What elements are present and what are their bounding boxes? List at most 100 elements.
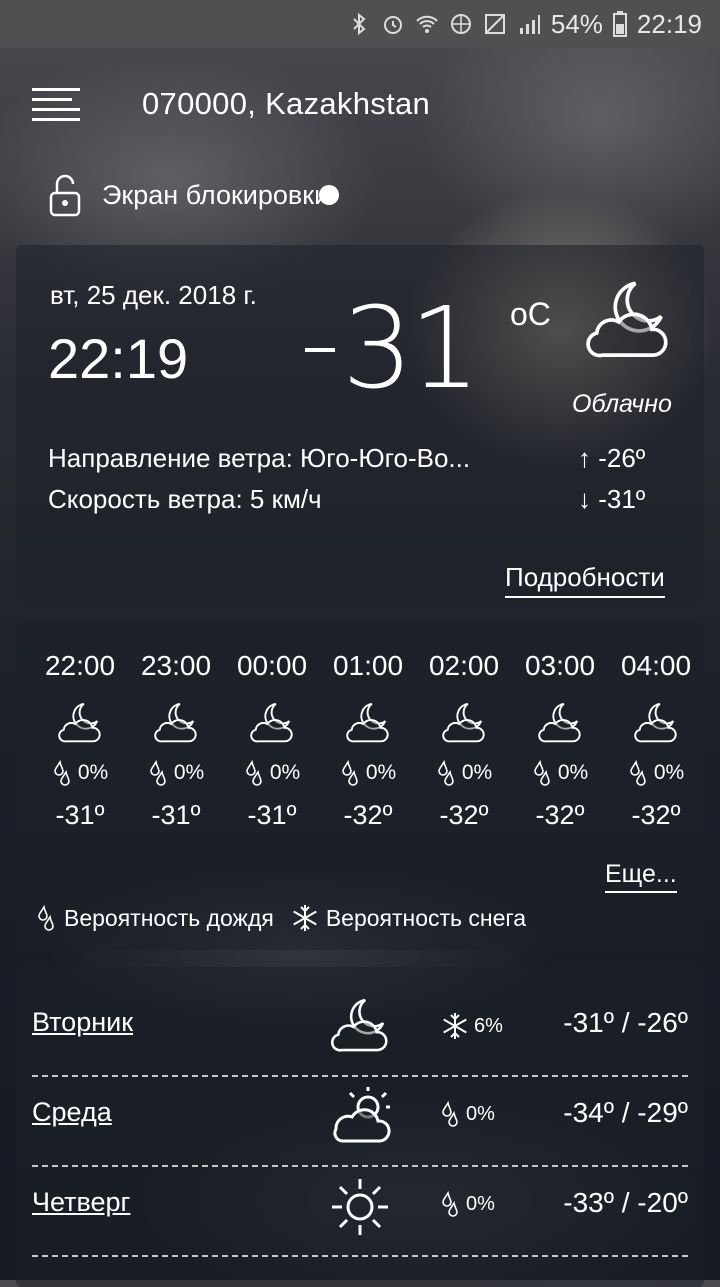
hour-precip: 0% <box>608 760 704 786</box>
sun-icon <box>332 1179 388 1235</box>
hourly-item[interactable]: 22:00 0% -31º <box>32 650 128 831</box>
rain-drop-icon <box>244 760 266 786</box>
location-title[interactable]: 070000, Kazakhstan <box>142 86 430 122</box>
hour-time: 04:00 <box>620 650 692 681</box>
daily-row[interactable]: Четверг 0% -33º / -20º <box>32 1165 688 1257</box>
precip-value: 0% <box>461 761 493 784</box>
precip-value: 0% <box>365 761 397 784</box>
daily-row[interactable]: Среда 0% -34º / -29º <box>32 1075 688 1167</box>
rain-drop-icon <box>532 760 554 786</box>
precip-value: 0% <box>557 761 589 784</box>
hour-temp: -31º <box>247 800 297 830</box>
cloudy-night-icon <box>344 700 392 748</box>
snowflake-icon <box>290 903 320 933</box>
cloudy-night-icon <box>582 276 674 368</box>
rain-drop-icon <box>340 760 362 786</box>
menu-button[interactable] <box>30 86 84 124</box>
hour-temp: -31º <box>55 800 105 830</box>
hour-temp: -32º <box>631 800 681 830</box>
current-date: вт, 25 дек. 2018 г. <box>50 280 257 310</box>
day-precip: 0% <box>440 1191 495 1217</box>
rain-drop-icon <box>148 760 170 786</box>
hour-time: 22:00 <box>44 650 116 681</box>
condition-label: Облачно <box>572 390 672 418</box>
hourly-item[interactable]: 03:00 0% -32º <box>512 650 608 831</box>
day-temps: -34º / -29º <box>563 1097 688 1128</box>
hour-precip: 0% <box>320 760 416 786</box>
battery-percent: 54% <box>550 8 603 39</box>
wind-direction: Направление ветра: Юго-Юго-Во... <box>48 443 471 473</box>
day-precip: 0% <box>440 1101 495 1127</box>
hourly-item[interactable]: 00:00 0% -31º <box>224 650 320 831</box>
hour-time: 00:00 <box>236 650 308 681</box>
hour-time: 03:00 <box>524 650 596 681</box>
battery-icon <box>612 11 627 37</box>
precip-value: 0% <box>466 1102 495 1125</box>
rain-drop-icon <box>52 760 74 786</box>
more-link[interactable]: Еще... <box>605 860 677 893</box>
cloudy-night-icon <box>536 700 584 748</box>
details-link[interactable]: Подробности <box>505 562 665 598</box>
hour-precip: 0% <box>224 760 320 786</box>
precip-value: 0% <box>77 761 109 784</box>
hour-temp: -32º <box>439 800 489 830</box>
snowflake-icon <box>440 1011 470 1041</box>
rain-drop-icon <box>440 1101 462 1127</box>
status-time: 22:19 <box>636 8 702 39</box>
rain-drop-icon <box>440 1191 462 1217</box>
toggle-knob[interactable] <box>319 185 340 205</box>
lock-screen-toggle[interactable]: Экран блокировки <box>48 172 340 218</box>
hour-time: 01:00 <box>332 650 404 681</box>
hour-time: 02:00 <box>428 650 500 681</box>
temp-low: ↓ -31º <box>578 484 646 514</box>
hour-precip: 0% <box>32 760 128 786</box>
legend-snow: Вероятность снега <box>325 904 527 931</box>
day-name[interactable]: Вторник <box>32 1007 133 1038</box>
cloudy-night-icon <box>328 995 392 1059</box>
cloudy-night-icon <box>440 700 488 748</box>
rain-drop-icon <box>436 760 458 786</box>
temperature-unit: oC <box>510 296 551 332</box>
precip-value: 6% <box>474 1014 503 1037</box>
rain-drop-icon <box>628 760 650 786</box>
cloudy-night-icon <box>152 700 200 748</box>
day-precip: 6% <box>440 1011 503 1041</box>
precip-value: 0% <box>173 761 205 784</box>
temp-minus-sign <box>305 348 335 352</box>
hourly-item[interactable]: 01:00 0% -32º <box>320 650 416 831</box>
day-temps: -31º / -26º <box>563 1007 688 1038</box>
precip-value: 0% <box>269 761 301 784</box>
hourly-item[interactable]: 04:00 0% -32º <box>608 650 704 831</box>
rain-drop-icon <box>36 905 58 931</box>
day-name[interactable]: Четверг <box>32 1187 130 1218</box>
menu-icon <box>32 88 80 121</box>
precip-value: 0% <box>466 1192 495 1215</box>
hour-temp: -32º <box>343 800 393 830</box>
wifi-icon <box>416 15 438 33</box>
temp-high: ↑ -26º <box>578 443 646 473</box>
bluetooth-icon <box>353 12 366 36</box>
precip-legend: Вероятность дождя Вероятность снега <box>36 903 526 933</box>
hour-time: 23:00 <box>140 650 212 681</box>
hour-precip: 0% <box>512 760 608 786</box>
day-temps: -33º / -20º <box>563 1187 688 1218</box>
current-temperature: 31 <box>342 284 481 414</box>
partly-cloudy-icon <box>333 1087 391 1143</box>
daily-row[interactable]: Вторник 6% -31º / -26º <box>32 985 688 1077</box>
alarm-icon <box>383 16 402 34</box>
status-bar: 54% 22:19 <box>0 0 720 48</box>
signal-icon <box>519 15 540 34</box>
cloudy-night-icon <box>632 700 680 748</box>
hour-temp: -31º <box>151 800 201 830</box>
cloudy-night-icon <box>248 700 296 748</box>
no-sim-icon <box>484 14 505 34</box>
cloudy-night-icon <box>56 700 104 748</box>
hour-precip: 0% <box>128 760 224 786</box>
lock-label: Экран блокировки <box>102 179 330 210</box>
hour-precip: 0% <box>416 760 512 786</box>
globe-icon <box>450 14 471 34</box>
day-name[interactable]: Среда <box>32 1097 112 1128</box>
hourly-item[interactable]: 23:00 0% -31º <box>128 650 224 831</box>
hourly-item[interactable]: 02:00 0% -32º <box>416 650 512 831</box>
wind-speed: Скорость ветра: 5 км/ч <box>48 484 322 514</box>
